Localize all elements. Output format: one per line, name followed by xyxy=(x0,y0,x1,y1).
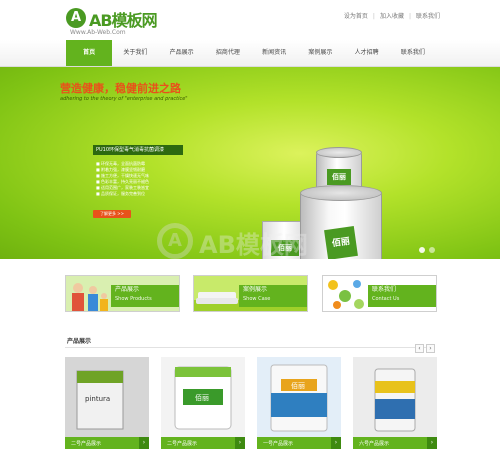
nav-item-cases[interactable]: 案例展示 xyxy=(297,40,343,66)
feature-subtitle: Show Case xyxy=(243,296,271,302)
product-name: 一号产品展示 xyxy=(263,441,294,447)
product-bar: 一号产品展示 › xyxy=(257,437,341,449)
prev-arrow-icon[interactable]: ‹ xyxy=(415,344,424,353)
product-card[interactable]: pintura 二号产品展示 › xyxy=(65,357,149,449)
nav-item-jobs[interactable]: 人才招聘 xyxy=(344,40,390,66)
product-bar: 二号产品展示 › xyxy=(65,437,149,449)
product-image: pintura xyxy=(65,357,149,437)
feature-cases[interactable]: 案例展示 Show Case xyxy=(193,275,308,312)
nav-item-news[interactable]: 新闻资讯 xyxy=(251,40,297,66)
product-name: 六号产品展示 xyxy=(359,441,390,447)
can-lid xyxy=(316,147,362,158)
logo-mark-icon: A xyxy=(66,8,86,28)
products-header: 产品展示 ‹ › xyxy=(65,333,435,353)
page: A AB模板网 Www.Ab-Web.Com 设为首页 | 加入收藏 | 联系我们 首页… xyxy=(0,0,500,455)
arrow-right-icon[interactable]: › xyxy=(427,437,437,449)
feature-title: 联系我们 xyxy=(372,286,397,293)
slider-dot-2[interactable] xyxy=(429,247,435,253)
nav-item-about[interactable]: 关于我们 xyxy=(112,40,158,66)
next-arrow-icon[interactable]: › xyxy=(426,344,435,353)
separator: | xyxy=(372,13,375,20)
promo-more-button[interactable]: 了解更多 >> xyxy=(93,210,131,218)
logo-name: AB模板网 xyxy=(89,11,158,30)
nav-item-products[interactable]: 产品展示 xyxy=(159,40,205,66)
arrow-right-icon[interactable]: › xyxy=(235,437,245,449)
product-label: 佰丽 xyxy=(291,381,305,390)
arrow-right-icon[interactable]: › xyxy=(139,437,149,449)
product-name: 二号产品展示 xyxy=(167,441,198,447)
logo[interactable]: A AB模板网 Www.Ab-Web.Com xyxy=(66,6,186,38)
product-label: pintura xyxy=(85,395,110,403)
banner-headline: 营造健康，稳健前进之路 xyxy=(60,82,181,95)
feature-contact[interactable]: 联系我们 Contact Us xyxy=(322,275,437,312)
product-label: 佰丽 xyxy=(195,393,209,402)
separator: | xyxy=(408,13,411,20)
feature-title: 案例展示 xyxy=(243,286,268,293)
logo-subtitle: Www.Ab-Web.Com xyxy=(70,29,126,36)
slider-dot-1[interactable] xyxy=(419,247,425,253)
feature-products[interactable]: 产品展示 Show Products xyxy=(65,275,180,312)
feature-caption: 产品展示 Show Products xyxy=(111,285,179,307)
top-links: 设为首页 | 加入收藏 | 联系我们 xyxy=(344,11,440,20)
watermark: A AB模板网 Ab-Web.Com xyxy=(157,223,317,263)
can-label: 佰丽 xyxy=(324,226,358,259)
promo-line: ■ 品质保证，服务完善到位 xyxy=(96,191,146,196)
nav-item-franchise[interactable]: 招商代理 xyxy=(205,40,251,66)
feature-subtitle: Contact Us xyxy=(372,296,400,302)
promo-lines: ■ 环保无毒，全面抗菌防霉 ■ 附着力强，漆膜坚韧耐磨 ■ 施工方便，干燥快速无… xyxy=(96,161,206,197)
feature-subtitle: Show Products xyxy=(115,296,152,302)
feature-caption: 联系我们 Contact Us xyxy=(368,285,436,307)
header: A AB模板网 Www.Ab-Web.Com 设为首页 | 加入收藏 | 联系我们 xyxy=(0,0,500,40)
product-image: 佰丽 xyxy=(161,357,245,437)
product-card[interactable]: 佰丽 二号产品展示 › xyxy=(161,357,245,449)
products-heading: 产品展示 xyxy=(67,338,92,345)
product-bar: 六号产品展示 › xyxy=(353,437,437,449)
feature-title: 产品展示 xyxy=(115,286,140,293)
can-label: 佰丽 xyxy=(327,169,351,185)
nav-item-home[interactable]: 首页 xyxy=(66,40,113,66)
product-name: 二号产品展示 xyxy=(71,441,102,447)
add-favorite-link[interactable]: 加入收藏 xyxy=(380,11,404,20)
set-homepage-link[interactable]: 设为首页 xyxy=(344,11,368,20)
watermark-url: Ab-Web.Com xyxy=(267,237,306,244)
product-image xyxy=(353,357,437,437)
arrow-right-icon[interactable]: › xyxy=(331,437,341,449)
can-lid xyxy=(300,185,382,201)
nav-item-contact[interactable]: 联系我们 xyxy=(390,40,436,66)
product-image: 佰丽 xyxy=(257,357,341,437)
main-nav: 首页 关于我们 产品展示 招商代理 新闻资讯 案例展示 人才招聘 联系我们 xyxy=(0,40,500,67)
promo-title: PU10环保型毒气消毒抗菌调漆 xyxy=(93,145,183,155)
watermark-logo-icon: A xyxy=(157,223,193,259)
products-arrows: ‹ › xyxy=(413,335,435,354)
feature-caption: 案例展示 Show Case xyxy=(239,285,307,307)
product-card[interactable]: 佰丽 一号产品展示 › xyxy=(257,357,341,449)
product-card[interactable]: 六号产品展示 › xyxy=(353,357,437,449)
banner-subline: adhering to the theory of "enterprise an… xyxy=(60,96,188,102)
product-bar: 二号产品展示 › xyxy=(161,437,245,449)
contact-link[interactable]: 联系我们 xyxy=(416,11,440,20)
